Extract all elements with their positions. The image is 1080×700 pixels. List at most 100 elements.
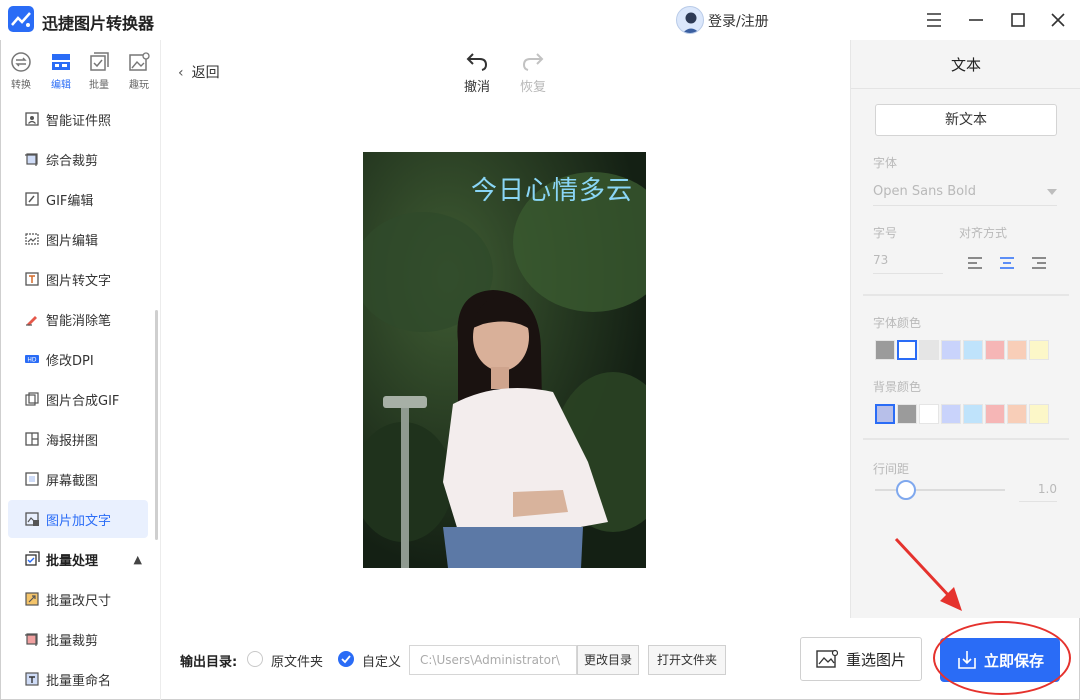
color-swatch[interactable] xyxy=(897,404,917,424)
dpi-icon: HD xyxy=(25,355,39,364)
align-left-icon[interactable] xyxy=(967,256,983,270)
tool-tabs: 转换 编辑 批量 趣玩 xyxy=(0,45,160,101)
color-swatch[interactable] xyxy=(875,340,895,360)
photo-image xyxy=(363,152,646,568)
image-icon xyxy=(816,649,838,668)
gif-compose-icon xyxy=(25,392,39,406)
sidebar-item-gif-compose[interactable]: 图片合成GIF xyxy=(8,380,148,418)
save-now-button[interactable]: 立即保存 xyxy=(940,638,1060,682)
tab-batch[interactable]: 批量 xyxy=(82,51,116,97)
color-swatch[interactable] xyxy=(941,404,961,424)
radio-original-folder[interactable] xyxy=(247,651,263,667)
photo-canvas[interactable]: 今日心情多云 xyxy=(363,152,646,568)
menu-icon[interactable] xyxy=(920,6,948,34)
color-swatch[interactable] xyxy=(919,340,939,360)
radio-custom-folder[interactable] xyxy=(338,651,354,667)
font-size-input[interactable]: 73 xyxy=(873,248,943,274)
sidebar-item-label: 智能消除笔 xyxy=(46,313,112,329)
output-path-input[interactable]: C:\Users\Administrator\ xyxy=(409,645,577,675)
edit-icon xyxy=(52,54,70,70)
radio-custom-label: 自定义 xyxy=(362,655,402,670)
tab-convert[interactable]: 转换 xyxy=(4,51,38,97)
tab-edit[interactable]: 编辑 xyxy=(44,51,78,97)
eraser-pen-icon xyxy=(26,316,37,326)
close-icon[interactable] xyxy=(1044,6,1072,34)
sidebar-divider xyxy=(160,40,161,700)
login-register-link[interactable]: 登录/注册 xyxy=(708,11,769,31)
chevron-up-icon[interactable]: ▲ xyxy=(134,553,142,566)
batch-crop-icon xyxy=(25,633,38,646)
sidebar-item-screenshot[interactable]: 屏幕截图 xyxy=(8,460,148,498)
overlay-text[interactable]: 今日心情多云 xyxy=(471,170,633,207)
color-swatch[interactable] xyxy=(897,340,917,360)
screenshot-icon xyxy=(25,472,39,486)
tab-fun[interactable]: 趣玩 xyxy=(122,51,156,97)
app-logo-icon xyxy=(8,6,34,32)
line-spacing-slider-handle[interactable] xyxy=(896,480,916,500)
bg-color-label: 背景颜色 xyxy=(873,380,922,394)
sidebar-group-batch[interactable]: 批量处理 ▲ xyxy=(8,540,148,578)
save-label: 立即保存 xyxy=(983,651,1044,670)
svg-text:HD: HD xyxy=(27,357,37,364)
sidebar-item-image-edit[interactable]: 图片编辑 xyxy=(8,220,148,258)
title-bar: 迅捷图片转换器 登录/注册 xyxy=(0,0,1080,40)
sidebar-item-poster-collage[interactable]: 海报拼图 xyxy=(8,420,148,458)
minimize-icon[interactable] xyxy=(962,6,990,34)
color-swatch[interactable] xyxy=(919,404,939,424)
line-spacing-value[interactable]: 1.0 xyxy=(1019,476,1057,502)
sidebar-item-batch-crop[interactable]: 批量裁剪 xyxy=(8,620,148,658)
color-swatch[interactable] xyxy=(985,404,1005,424)
sidebar-item-label: 批量改尺寸 xyxy=(46,593,112,609)
color-swatch[interactable] xyxy=(963,404,983,424)
sidebar-item-batch-rename[interactable]: 批量重命名 xyxy=(8,660,148,698)
align-center-icon[interactable] xyxy=(999,256,1015,270)
check-icon xyxy=(341,655,351,664)
line-spacing-slider[interactable] xyxy=(875,489,1005,491)
sidebar-item-id-photo[interactable]: 智能证件照 xyxy=(8,100,148,138)
undo-label: 撤消 xyxy=(463,80,490,95)
change-dir-button[interactable]: 更改目录 xyxy=(577,645,639,675)
color-swatch[interactable] xyxy=(1007,404,1027,424)
download-icon xyxy=(958,651,976,669)
reselect-image-button[interactable]: 重选图片 xyxy=(800,637,922,681)
sidebar-item-add-text[interactable]: 图片加文字 xyxy=(8,500,148,538)
maximize-icon[interactable] xyxy=(1004,6,1032,34)
color-swatch[interactable] xyxy=(875,404,895,424)
color-swatch[interactable] xyxy=(985,340,1005,360)
sidebar-item-dpi[interactable]: HD 修改DPI xyxy=(8,340,148,378)
color-swatch[interactable] xyxy=(1007,340,1027,360)
color-swatch[interactable] xyxy=(1029,340,1049,360)
collage-icon xyxy=(25,432,39,446)
back-button[interactable]: ‹ 返回 xyxy=(178,62,220,82)
color-swatch[interactable] xyxy=(941,340,961,360)
undo-icon xyxy=(466,53,488,71)
sidebar-scrollbar[interactable] xyxy=(155,310,158,540)
font-select[interactable]: Open Sans Bold xyxy=(873,180,1057,206)
redo-icon xyxy=(522,53,544,71)
align-label: 对齐方式 xyxy=(959,226,1008,240)
id-photo-icon xyxy=(25,112,39,126)
new-text-button[interactable]: 新文本 xyxy=(875,104,1057,136)
undo-button[interactable]: 撤消 xyxy=(457,50,497,95)
font-color-label: 字体颜色 xyxy=(873,316,922,330)
redo-button[interactable]: 恢复 xyxy=(513,50,553,95)
sidebar-item-label: 图片加文字 xyxy=(46,513,112,529)
sidebar-item-crop[interactable]: 综合裁剪 xyxy=(8,140,148,178)
line-spacing-label: 行间距 xyxy=(873,462,910,476)
color-swatch[interactable] xyxy=(963,340,983,360)
batch-resize-icon xyxy=(25,592,39,606)
app-title: 迅捷图片转换器 xyxy=(42,14,155,33)
color-swatch[interactable] xyxy=(1029,404,1049,424)
open-folder-button[interactable]: 打开文件夹 xyxy=(648,645,726,675)
text-settings-panel: 文本 新文本 字体 Open Sans Bold 字号 对齐方式 73 字体颜色… xyxy=(850,40,1080,618)
align-right-icon[interactable] xyxy=(1031,256,1047,270)
batch-rename-icon xyxy=(25,672,39,686)
sidebar-item-eraser[interactable]: 智能消除笔 xyxy=(8,300,148,338)
image-to-text-icon xyxy=(25,272,39,286)
sidebar-item-image-to-text[interactable]: 图片转文字 xyxy=(8,260,148,298)
sidebar-item-batch-resize[interactable]: 批量改尺寸 xyxy=(8,580,148,618)
sidebar-item-gif-edit[interactable]: GIF编辑 xyxy=(8,180,148,218)
panel-divider xyxy=(863,294,1069,296)
gif-edit-icon xyxy=(25,192,39,206)
user-avatar-icon[interactable] xyxy=(676,6,704,34)
